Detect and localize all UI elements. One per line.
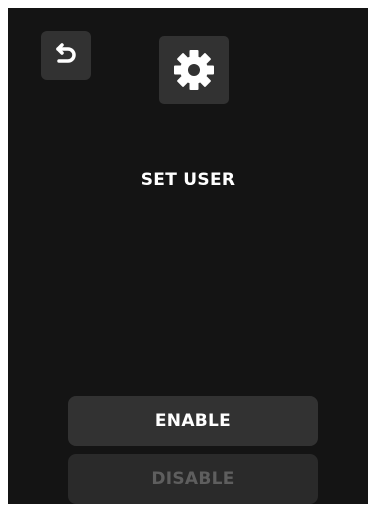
back-button[interactable]: [41, 31, 91, 80]
back-arrow-icon: [56, 42, 76, 63]
page-title: SET USER: [140, 170, 236, 190]
disable-button[interactable]: DISABLE: [68, 454, 318, 504]
device-screen: SET USER ENABLE DISABLE: [8, 8, 368, 504]
enable-button[interactable]: ENABLE: [68, 396, 318, 446]
settings-tile: [159, 36, 229, 104]
gear-icon: [174, 50, 214, 90]
